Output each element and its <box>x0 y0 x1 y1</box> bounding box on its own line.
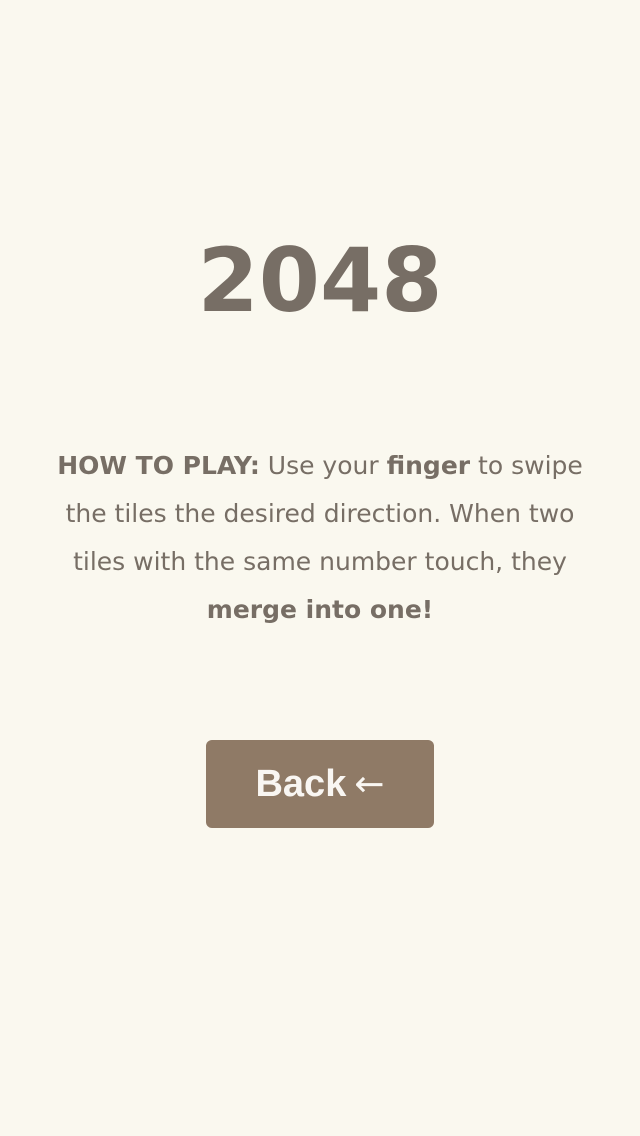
back-button-label: Back <box>255 762 347 805</box>
game-title: 2048 <box>197 229 443 332</box>
instructions-text-1: Use your <box>259 451 387 480</box>
left-arrow-icon: ← <box>354 763 385 805</box>
merge-emphasis: merge into one! <box>206 595 434 624</box>
how-to-play-heading: HOW TO PLAY: <box>57 451 260 480</box>
back-button[interactable]: Back ← <box>206 740 434 828</box>
how-to-play-text: HOW TO PLAY: Use your finger to swipe th… <box>40 442 600 634</box>
finger-emphasis: finger <box>386 451 471 480</box>
